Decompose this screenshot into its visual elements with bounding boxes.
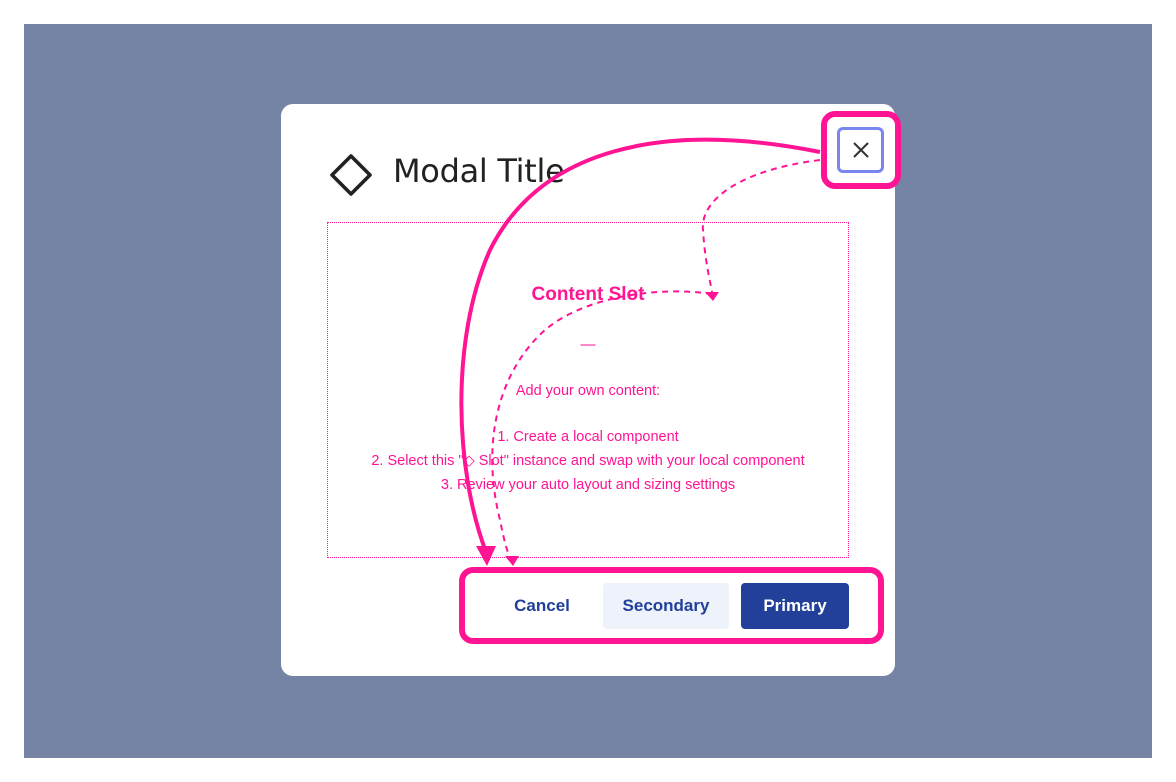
diamond-icon xyxy=(330,154,372,196)
slot-intro: Add your own content: xyxy=(515,383,661,399)
slot-step-2: 2. Select this "◇ Slot" instance and swa… xyxy=(371,453,805,469)
primary-button[interactable]: Primary xyxy=(741,583,849,629)
cancel-button[interactable]: Cancel xyxy=(493,583,591,629)
slot-step-3: 3. Review your auto layout and sizing se… xyxy=(440,477,736,493)
slot-title: Content Slot xyxy=(531,284,645,305)
modal-title: Modal Title xyxy=(393,152,565,190)
secondary-button[interactable]: Secondary xyxy=(603,583,729,629)
slot-divider: — xyxy=(580,336,596,353)
slot-step-1: 1. Create a local component xyxy=(497,429,679,445)
close-icon xyxy=(852,142,869,158)
close-button[interactable] xyxy=(837,127,884,173)
